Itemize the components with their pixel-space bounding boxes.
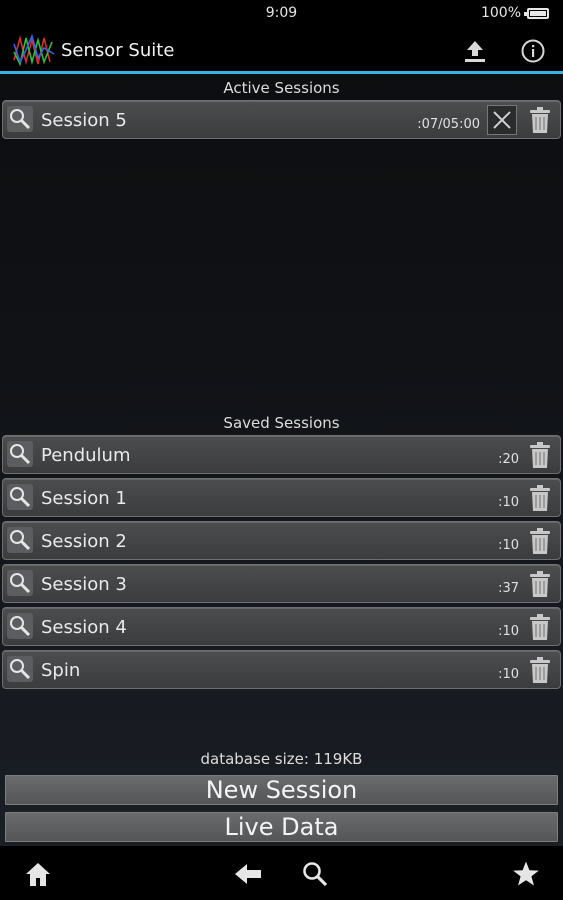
battery-icon: [524, 8, 549, 19]
session-label: Session 2: [41, 531, 127, 552]
magnifier-icon[interactable]: [7, 570, 33, 596]
magnifier-icon[interactable]: [7, 527, 33, 553]
session-row[interactable]: Session 1 :10: [2, 478, 561, 517]
close-icon: [493, 111, 511, 129]
trash-icon: [530, 442, 550, 468]
trash-icon: [530, 614, 550, 640]
session-row[interactable]: Spin :10: [2, 650, 561, 689]
magnifier-icon[interactable]: [7, 106, 33, 132]
session-label: Pendulum: [41, 445, 131, 466]
trash-icon: [530, 485, 550, 511]
stop-session-button[interactable]: [487, 105, 517, 135]
session-label: Spin: [41, 660, 81, 681]
star-icon: [513, 861, 539, 886]
active-sessions-header: Active Sessions: [223, 79, 340, 97]
info-icon: [521, 39, 545, 63]
delete-session-button[interactable]: [526, 526, 554, 556]
delete-session-button[interactable]: [526, 105, 554, 135]
status-time: 9:09: [265, 5, 298, 21]
session-label: Session 4: [41, 617, 127, 638]
upload-button[interactable]: [460, 36, 490, 66]
delete-session-button[interactable]: [526, 655, 554, 685]
session-label: Session 3: [41, 574, 127, 595]
session-time: :10: [498, 538, 519, 553]
trash-icon: [530, 528, 550, 554]
navigation-bar: [0, 846, 563, 900]
session-label: Session 1: [41, 488, 127, 509]
waveform-logo-icon: [13, 33, 55, 67]
upload-icon: [465, 41, 485, 62]
new-session-button[interactable]: New Session: [5, 775, 558, 805]
session-label: Session 5: [41, 110, 127, 131]
session-row[interactable]: Session 4 :10: [2, 607, 561, 646]
action-bar: Sensor Suite: [0, 28, 563, 74]
delete-session-button[interactable]: [526, 569, 554, 599]
session-time: :37: [498, 581, 519, 596]
delete-session-button[interactable]: [526, 483, 554, 513]
delete-session-button[interactable]: [526, 440, 554, 470]
magnifier-icon[interactable]: [7, 613, 33, 639]
session-time: :10: [498, 667, 519, 682]
magnifier-icon[interactable]: [7, 656, 33, 682]
trash-icon: [530, 571, 550, 597]
saved-sessions-header: Saved Sessions: [223, 414, 340, 432]
app-title: Sensor Suite: [61, 40, 175, 61]
back-icon: [235, 864, 261, 884]
session-row[interactable]: Session 3 :37: [2, 564, 561, 603]
trash-icon: [530, 107, 550, 133]
search-button[interactable]: [300, 859, 330, 889]
database-size: database size: 119KB: [200, 750, 363, 768]
delete-session-button[interactable]: [526, 612, 554, 642]
home-icon: [26, 863, 50, 886]
info-button[interactable]: [518, 36, 548, 66]
session-time: :07/05:00: [417, 117, 480, 132]
magnifier-icon[interactable]: [7, 441, 33, 467]
status-bar: 9:09 100%: [0, 0, 563, 28]
home-button[interactable]: [23, 859, 53, 889]
session-row[interactable]: Pendulum :20: [2, 435, 561, 474]
session-time: :10: [498, 624, 519, 639]
search-icon: [303, 862, 328, 887]
back-button[interactable]: [233, 859, 263, 889]
battery-percent: 100%: [480, 5, 521, 21]
session-row-active[interactable]: Session 5 :07/05:00: [2, 100, 561, 139]
session-time: :20: [498, 452, 519, 467]
session-row[interactable]: Session 2 :10: [2, 521, 561, 560]
magnifier-icon[interactable]: [7, 484, 33, 510]
live-data-button[interactable]: Live Data: [5, 812, 558, 842]
session-time: :10: [498, 495, 519, 510]
trash-icon: [530, 657, 550, 683]
favorites-button[interactable]: [511, 859, 541, 889]
